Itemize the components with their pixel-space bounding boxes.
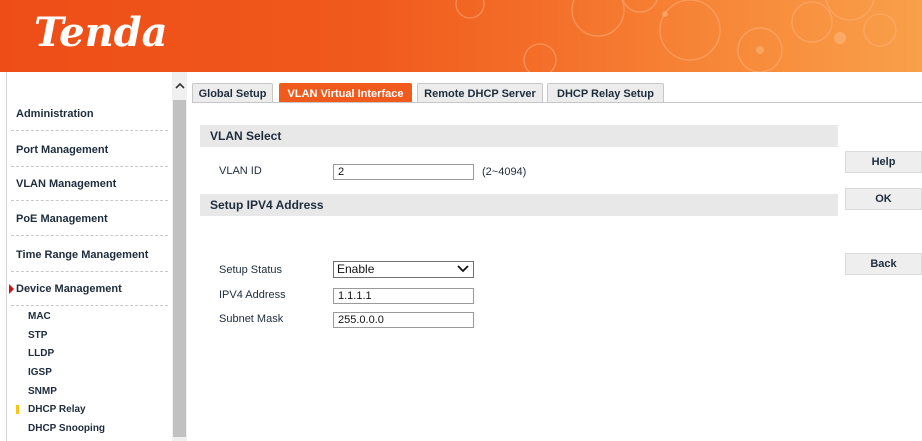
setup-status-select[interactable]: Enable <box>333 261 474 278</box>
vlan-id-label: VLAN ID <box>219 165 262 177</box>
sidebar-item-label: Port Management <box>16 144 109 156</box>
sidebar-subitem-stp[interactable]: STP <box>7 327 172 344</box>
sidebar-subitem-label: STP <box>28 330 48 341</box>
tab-label: DHCP Relay Setup <box>557 87 654 100</box>
sidebar-item-label: VLAN Management <box>16 178 117 190</box>
vlan-id-input[interactable]: 2 <box>333 164 474 180</box>
tab-label: Global Setup <box>198 87 267 100</box>
sidebar-subitem-lldp[interactable]: LLDP <box>7 345 172 362</box>
sidebar-item-port-management[interactable]: Port Management <box>7 133 172 167</box>
sidebar-item-administration[interactable]: Administration <box>7 97 172 131</box>
sidebar-subitem-igsp[interactable]: IGSP <box>7 364 172 381</box>
section-setup-ipv4: Setup IPV4 Address <box>200 194 838 216</box>
subnet-mask-input[interactable]: 255.0.0.0 <box>333 312 474 328</box>
tab-vlan-virtual-interface[interactable]: VLAN Virtual Interface <box>279 83 412 103</box>
back-button[interactable]: Back <box>845 253 922 275</box>
chevron-down-icon <box>457 265 469 273</box>
tab-label: Remote DHCP Server <box>424 87 536 100</box>
sidebar-subitem-snmp[interactable]: SNMP <box>7 383 172 400</box>
help-button-label: Help <box>871 156 896 168</box>
tab-remote-dhcp-server[interactable]: Remote DHCP Server <box>417 83 543 103</box>
sidebar-item-label: Time Range Management <box>16 249 149 261</box>
brand-logo: Tenda <box>34 9 168 56</box>
sidebar-subitem-label: DHCP Relay <box>28 404 86 415</box>
help-button[interactable]: Help <box>845 151 922 173</box>
left-gutter <box>0 72 7 441</box>
setup-status-label: Setup Status <box>219 264 282 276</box>
app-header: Tenda <box>0 0 922 72</box>
sidebar-subitem-label: MAC <box>28 311 51 322</box>
ipv4-address-label: IPV4 Address <box>219 289 286 301</box>
sidebar-item-time-range-management[interactable]: Time Range Management <box>7 238 172 272</box>
sidebar-item-label: PoE Management <box>16 213 108 225</box>
tab-dhcp-relay-setup[interactable]: DHCP Relay Setup <box>547 83 664 103</box>
sidebar-subitem-label: IGSP <box>28 367 52 378</box>
setup-status-value: Enable <box>337 262 375 276</box>
sidebar-item-vlan-management[interactable]: VLAN Management <box>7 167 172 201</box>
sidebar-subitem-label: DHCP Snooping <box>28 423 106 434</box>
sidebar-subitem-dhcp-relay[interactable]: DHCP Relay <box>7 401 172 418</box>
tab-global-setup[interactable]: Global Setup <box>192 83 273 103</box>
triangle-right-icon <box>9 284 14 294</box>
scrollbar-thumb[interactable] <box>173 100 186 437</box>
chevron-up-icon[interactable] <box>172 78 187 92</box>
ok-button-label: OK <box>875 193 892 205</box>
vlan-id-range-hint: (2~4094) <box>482 166 527 178</box>
selected-marker-icon <box>16 405 19 414</box>
sidebar-subitem-mac[interactable]: MAC <box>7 308 172 325</box>
sidebar-item-label: Administration <box>16 108 94 120</box>
sidebar-item-label: Device Management <box>16 283 122 295</box>
sidebar-scrollbar[interactable] <box>172 72 187 441</box>
ipv4-address-input[interactable]: 1.1.1.1 <box>333 288 474 304</box>
section-title: Setup IPV4 Address <box>210 198 324 212</box>
ok-button[interactable]: OK <box>845 188 922 210</box>
sidebar-subitem-label: SNMP <box>28 386 57 397</box>
subnet-mask-label: Subnet Mask <box>219 313 284 325</box>
sidebar: Administration Port Management VLAN Mana… <box>7 72 172 441</box>
sidebar-subitem-label: LLDP <box>28 348 55 359</box>
sidebar-item-device-management[interactable]: Device Management <box>7 272 172 306</box>
sidebar-subitem-dhcp-snooping[interactable]: DHCP Snooping <box>7 420 172 437</box>
back-button-label: Back <box>870 258 897 270</box>
tab-label: VLAN Virtual Interface <box>287 87 404 100</box>
tab-divider <box>192 102 922 103</box>
section-title: VLAN Select <box>210 129 282 143</box>
sidebar-item-poe-management[interactable]: PoE Management <box>7 202 172 236</box>
section-vlan-select: VLAN Select <box>200 125 838 147</box>
